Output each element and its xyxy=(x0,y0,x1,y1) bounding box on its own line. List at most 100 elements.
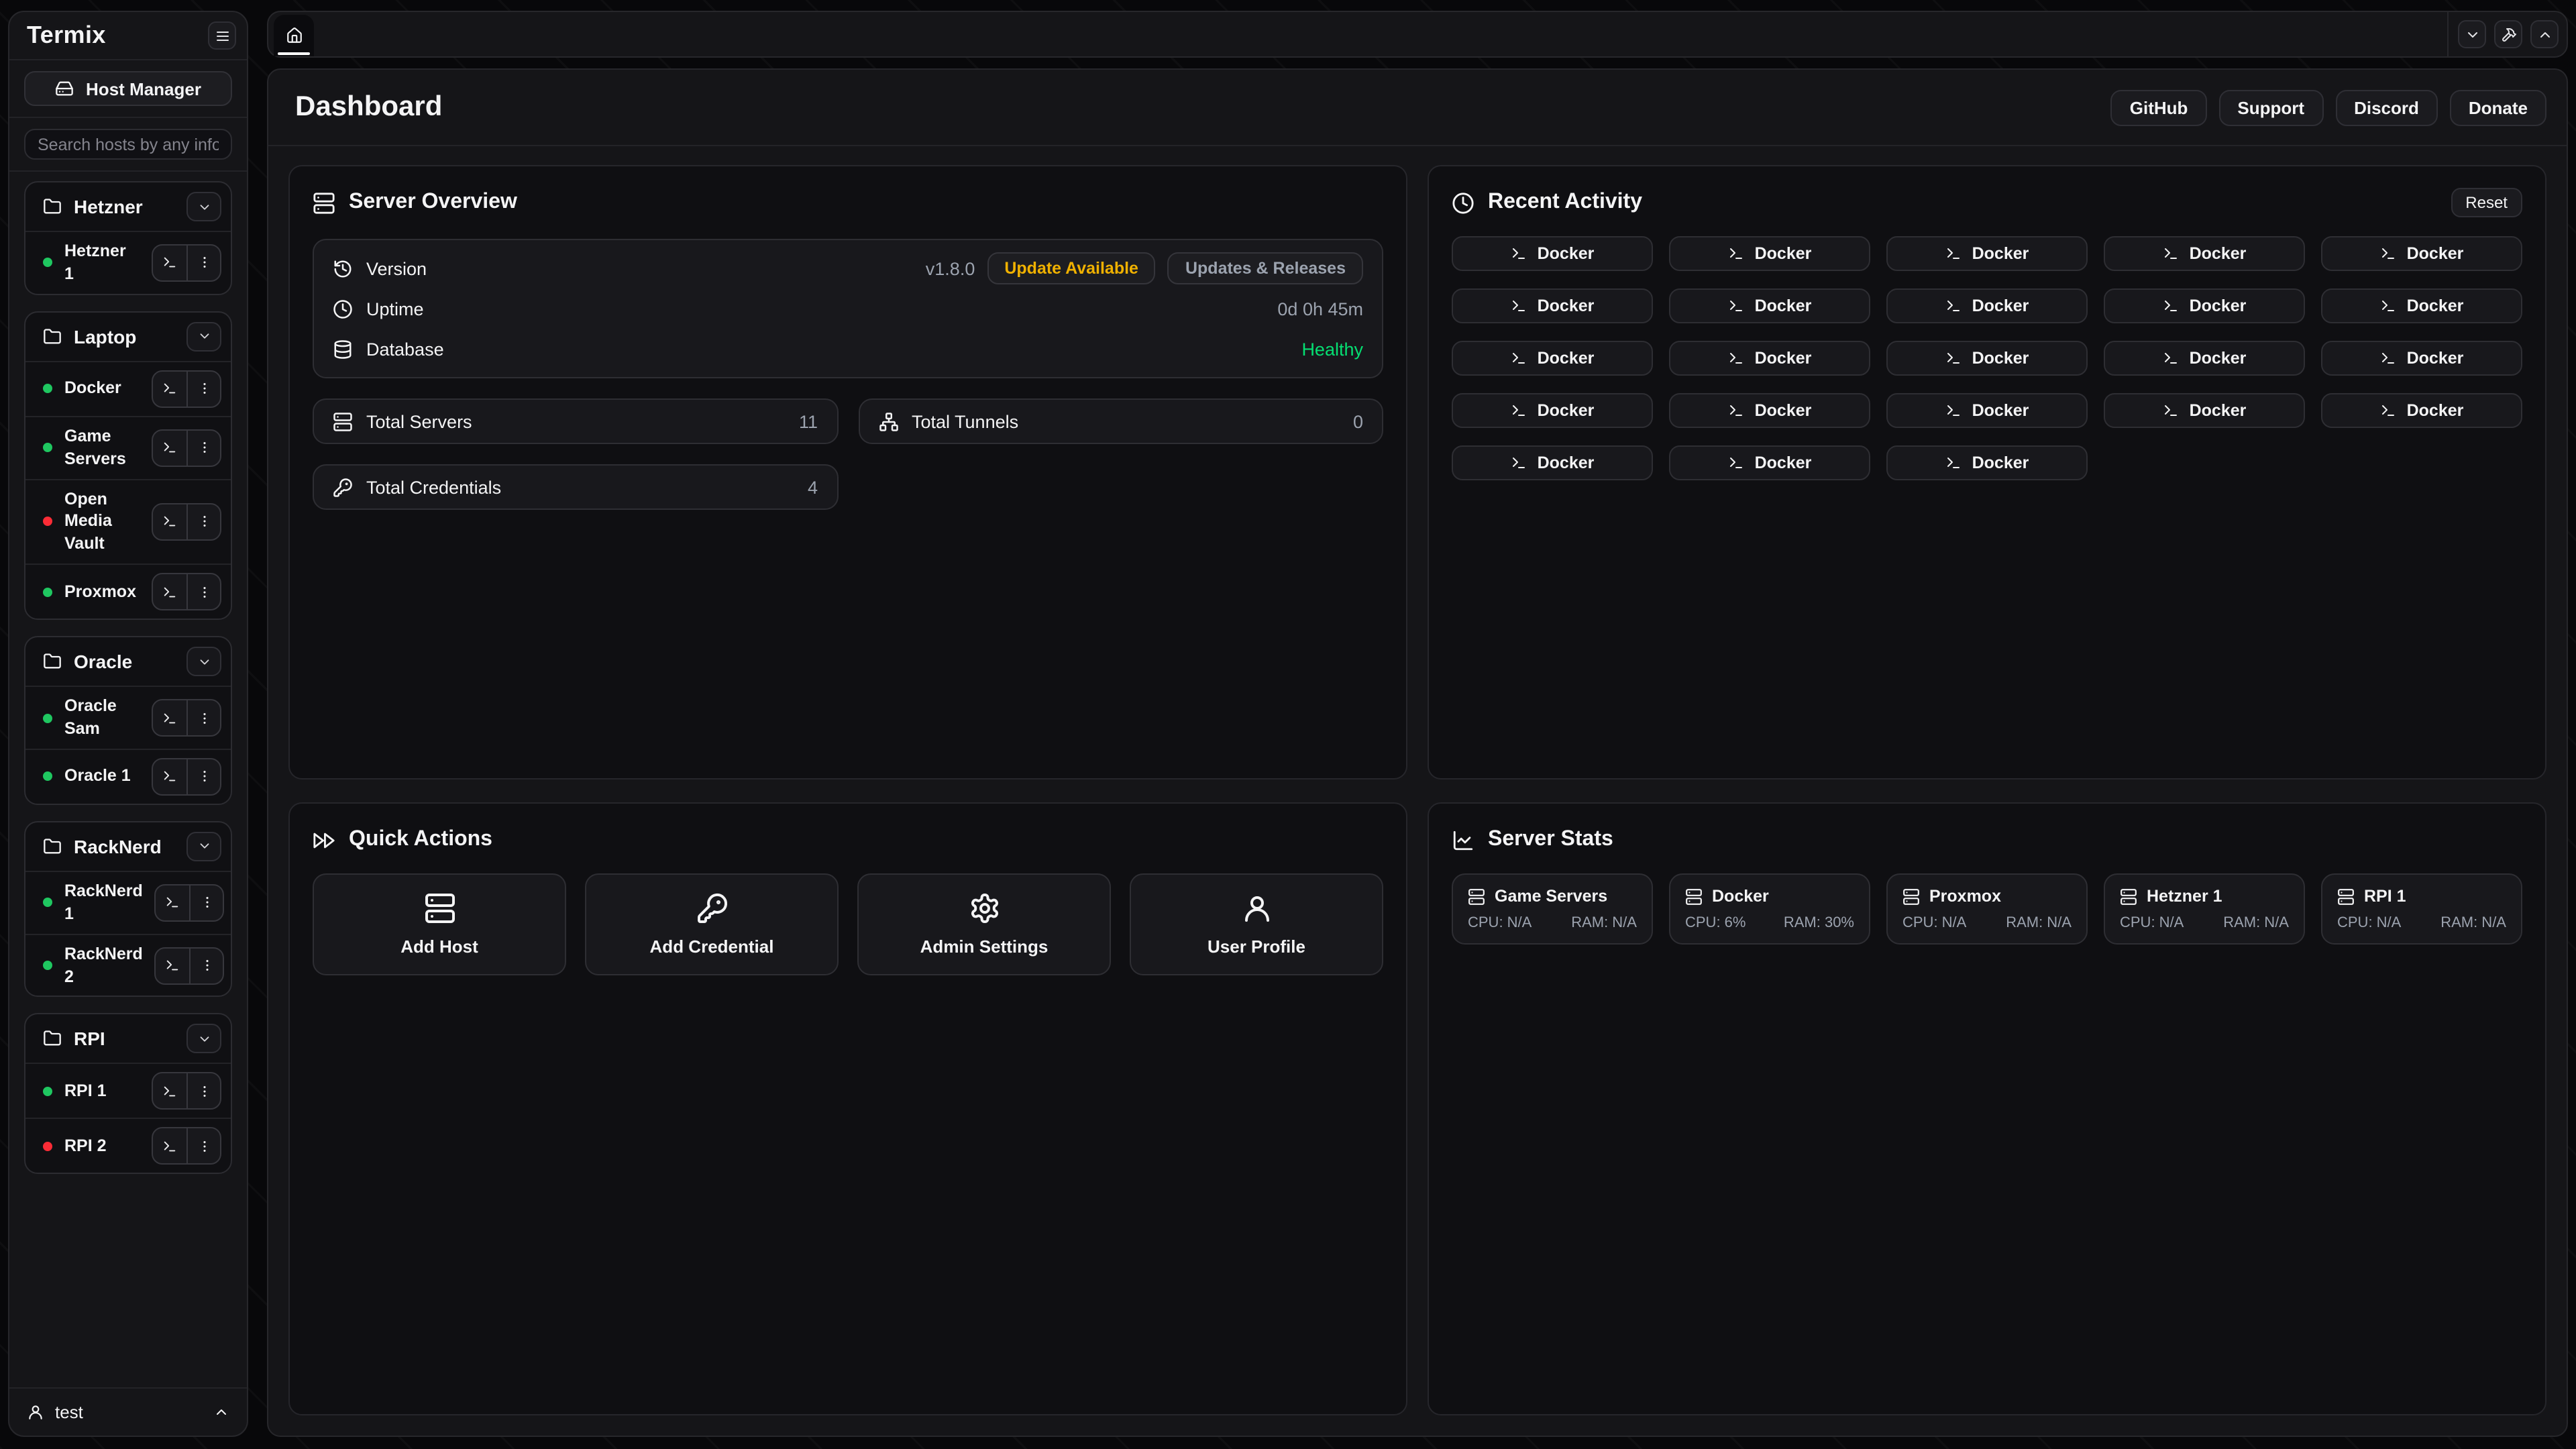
clock-icon xyxy=(333,299,353,319)
activity-item-docker[interactable]: Docker xyxy=(1452,445,1653,480)
quick-actions-grid: Add HostAdd CredentialAdmin SettingsUser… xyxy=(313,873,1383,975)
host-item-hetzner-1[interactable]: Hetzner 1 xyxy=(25,231,231,294)
chevron-down-icon xyxy=(197,329,211,344)
host-menu-button[interactable] xyxy=(186,246,220,280)
host-terminal-button[interactable] xyxy=(153,1074,186,1109)
host-menu-button[interactable] xyxy=(186,1074,220,1109)
activity-item-docker[interactable]: Docker xyxy=(2104,288,2305,323)
host-item-proxmox[interactable]: Proxmox xyxy=(25,564,231,619)
host-item-docker[interactable]: Docker xyxy=(25,361,231,416)
activity-item-docker[interactable]: Docker xyxy=(1886,341,2088,376)
group-header-racknerd[interactable]: RackNerd xyxy=(25,822,231,871)
update-available-button[interactable]: Update Available xyxy=(987,252,1156,284)
host-item-open-media-vault[interactable]: Open Media Vault xyxy=(25,478,231,564)
quick-action-admin-settings[interactable]: Admin Settings xyxy=(857,873,1111,975)
host-menu-button[interactable] xyxy=(186,430,220,465)
host-item-rpi-1[interactable]: RPI 1 xyxy=(25,1063,231,1118)
updates-releases-button[interactable]: Updates & Releases xyxy=(1168,252,1363,284)
activity-item-docker[interactable]: Docker xyxy=(2104,341,2305,376)
activity-item-docker[interactable]: Docker xyxy=(1452,236,1653,271)
stat-ram: RAM: N/A xyxy=(2440,915,2506,931)
header-link-support[interactable]: Support xyxy=(2218,89,2323,125)
quick-action-add-credential[interactable]: Add Credential xyxy=(585,873,839,975)
group-collapse-button[interactable] xyxy=(186,1024,221,1054)
activity-item-docker[interactable]: Docker xyxy=(2321,341,2522,376)
search-input[interactable] xyxy=(24,129,232,160)
group-collapse-button[interactable] xyxy=(186,647,221,676)
host-item-racknerd-1[interactable]: RackNerd 1 xyxy=(25,871,231,934)
sidebar-menu-button[interactable] xyxy=(208,21,236,50)
terminal-icon xyxy=(162,440,177,455)
host-name: Game Servers xyxy=(64,425,140,471)
activity-item-docker[interactable]: Docker xyxy=(1669,236,1870,271)
host-manager-button[interactable]: Host Manager xyxy=(24,71,232,106)
host-actions xyxy=(152,370,221,408)
group-header-laptop[interactable]: Laptop xyxy=(25,313,231,361)
collapse-tabs-button[interactable] xyxy=(2458,20,2486,48)
activity-item-docker[interactable]: Docker xyxy=(1669,445,1870,480)
host-menu-button[interactable] xyxy=(186,574,220,609)
activity-item-docker[interactable]: Docker xyxy=(1452,341,1653,376)
host-item-oracle-sam[interactable]: Oracle Sam xyxy=(25,686,231,749)
activity-item-docker[interactable]: Docker xyxy=(1886,236,2088,271)
host-menu-button[interactable] xyxy=(186,759,220,794)
group-header-rpi[interactable]: RPI xyxy=(25,1015,231,1063)
quick-actions-title-row: Quick Actions xyxy=(313,825,1383,855)
activity-item-docker[interactable]: Docker xyxy=(1886,393,2088,428)
host-terminal-button[interactable] xyxy=(156,948,190,983)
host-terminal-button[interactable] xyxy=(153,759,186,794)
hammer-button[interactable] xyxy=(2494,20,2522,48)
host-terminal-button[interactable] xyxy=(153,504,186,539)
group-header-hetzner[interactable]: Hetzner xyxy=(25,182,231,231)
host-name: RPI 2 xyxy=(64,1135,140,1158)
header-link-github[interactable]: GitHub xyxy=(2111,89,2207,125)
activity-item-docker[interactable]: Docker xyxy=(1452,393,1653,428)
header-link-discord[interactable]: Discord xyxy=(2335,89,2438,125)
host-menu-button[interactable] xyxy=(186,504,220,539)
host-item-oracle-1[interactable]: Oracle 1 xyxy=(25,749,231,804)
server-stat-rpi-1: RPI 1CPU: N/ARAM: N/A xyxy=(2321,873,2522,945)
host-item-game-servers[interactable]: Game Servers xyxy=(25,416,231,479)
activity-item-docker[interactable]: Docker xyxy=(2321,393,2522,428)
gear-icon xyxy=(968,892,1000,924)
user-footer[interactable]: test xyxy=(9,1387,247,1436)
header-link-donate[interactable]: Donate xyxy=(2450,89,2546,125)
terminal-icon xyxy=(1945,298,1962,314)
activity-item-docker[interactable]: Docker xyxy=(1669,341,1870,376)
activity-item-docker[interactable]: Docker xyxy=(2104,393,2305,428)
activity-item-docker[interactable]: Docker xyxy=(2321,288,2522,323)
host-menu-button[interactable] xyxy=(186,372,220,407)
group-collapse-button[interactable] xyxy=(186,322,221,352)
reset-button[interactable]: Reset xyxy=(2451,188,2522,217)
uptime-value: 0d 0h 45m xyxy=(1277,299,1363,319)
quick-actions-card: Quick Actions Add HostAdd CredentialAdmi… xyxy=(288,802,1407,1415)
host-menu-button[interactable] xyxy=(186,1129,220,1164)
tab-home[interactable] xyxy=(274,15,314,56)
quick-action-add-host[interactable]: Add Host xyxy=(313,873,566,975)
group-header-oracle[interactable]: Oracle xyxy=(25,637,231,686)
activity-item-docker[interactable]: Docker xyxy=(2104,236,2305,271)
host-item-rpi-2[interactable]: RPI 2 xyxy=(25,1118,231,1173)
group-collapse-button[interactable] xyxy=(186,832,221,861)
host-menu-button[interactable] xyxy=(190,885,223,920)
activity-item-docker[interactable]: Docker xyxy=(1669,288,1870,323)
activity-item-docker[interactable]: Docker xyxy=(1886,445,2088,480)
terminal-icon xyxy=(1945,455,1962,471)
host-terminal-button[interactable] xyxy=(153,246,186,280)
host-terminal-button[interactable] xyxy=(156,885,190,920)
host-terminal-button[interactable] xyxy=(153,372,186,407)
activity-item-docker[interactable]: Docker xyxy=(1669,393,1870,428)
host-menu-button[interactable] xyxy=(190,948,223,983)
host-terminal-button[interactable] xyxy=(153,430,186,465)
group-collapse-button[interactable] xyxy=(186,192,221,221)
host-terminal-button[interactable] xyxy=(153,1129,186,1164)
host-terminal-button[interactable] xyxy=(153,700,186,735)
activity-item-docker[interactable]: Docker xyxy=(1452,288,1653,323)
activity-item-docker[interactable]: Docker xyxy=(2321,236,2522,271)
host-item-racknerd-2[interactable]: RackNerd 2 xyxy=(25,933,231,996)
activity-item-docker[interactable]: Docker xyxy=(1886,288,2088,323)
expand-tabs-button[interactable] xyxy=(2530,20,2559,48)
host-menu-button[interactable] xyxy=(186,700,220,735)
host-terminal-button[interactable] xyxy=(153,574,186,609)
quick-action-user-profile[interactable]: User Profile xyxy=(1130,873,1383,975)
